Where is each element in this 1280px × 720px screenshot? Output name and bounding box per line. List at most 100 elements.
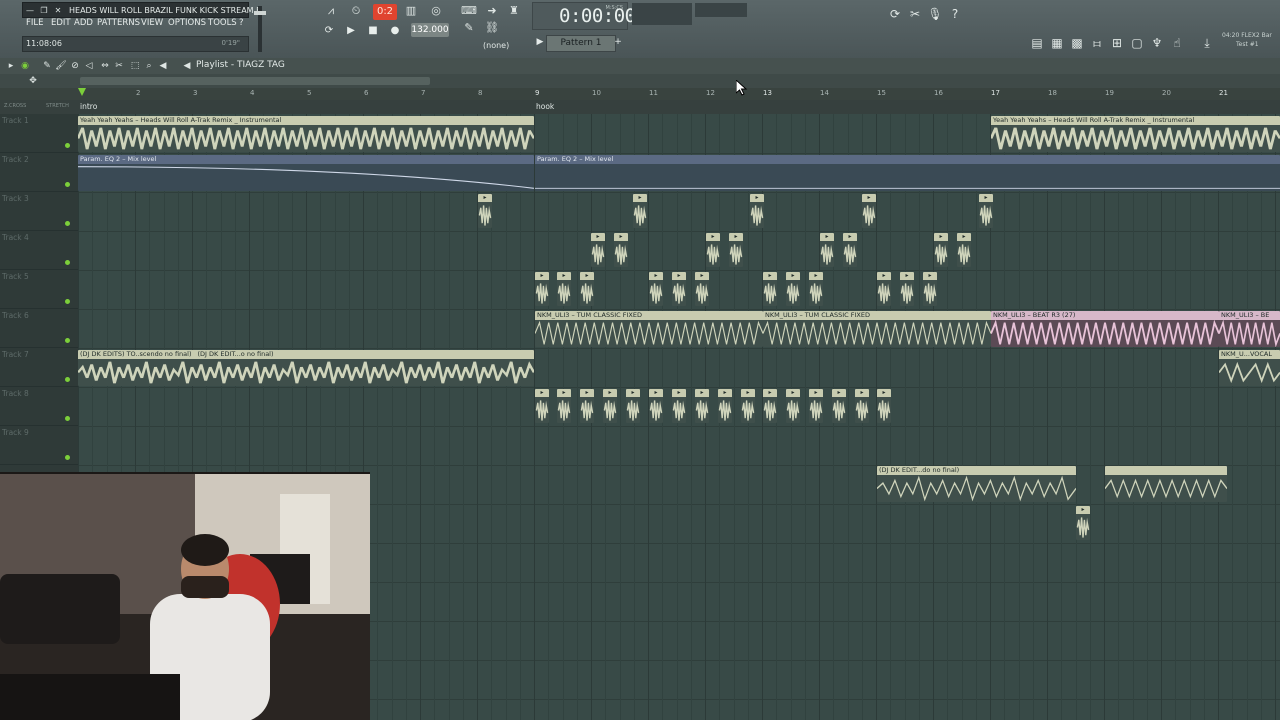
playback-tool-icon[interactable]: ◀: [156, 59, 170, 73]
pattern-add-icon[interactable]: +: [612, 35, 624, 50]
automation-clip[interactable]: Param. EQ 2 – Mix level: [78, 155, 534, 191]
slip-tool-icon[interactable]: ⇔: [98, 59, 112, 73]
browser-icon[interactable]: ▢: [1128, 34, 1146, 52]
recording-icon[interactable]: ♜: [505, 3, 523, 19]
track-header[interactable]: Track 7: [0, 348, 78, 387]
piano-roll-icon[interactable]: ▦: [1048, 34, 1066, 52]
zoom-tool-icon[interactable]: ⌕: [142, 59, 156, 73]
track-lane[interactable]: [78, 426, 1280, 466]
link-icon[interactable]: ⛓: [483, 20, 501, 36]
horizontal-scrollbar[interactable]: [80, 77, 430, 85]
plugin-picker-icon[interactable]: ⊞: [1108, 34, 1126, 52]
download-icon[interactable]: ⤓: [1198, 34, 1216, 52]
sample-clip[interactable]: ▸: [591, 233, 605, 267]
audio-clip[interactable]: NKM_ULI3 – BE: [1219, 311, 1280, 347]
channel-rack-icon[interactable]: ▩: [1068, 34, 1086, 52]
menu-help[interactable]: ?: [239, 18, 244, 28]
restore-icon[interactable]: ❐: [39, 6, 49, 16]
sample-clip[interactable]: ▸: [820, 233, 834, 267]
sample-clip[interactable]: ▸: [695, 389, 709, 423]
wait-icon[interactable]: ⏲: [347, 3, 365, 19]
track-header[interactable]: Track 9: [0, 426, 78, 465]
sample-clip[interactable]: ▸: [923, 272, 937, 306]
metronome-icon[interactable]: ⩘: [322, 3, 340, 19]
sample-clip[interactable]: ▸: [535, 272, 549, 306]
sample-clip[interactable]: ▸: [535, 389, 549, 423]
menu-view[interactable]: VIEW: [141, 18, 163, 28]
sample-clip[interactable]: ▸: [580, 272, 594, 306]
snap-move-icon[interactable]: ✥: [26, 74, 40, 88]
pattern-prev-icon[interactable]: ▶: [534, 35, 546, 50]
sample-clip[interactable]: ▸: [763, 272, 777, 306]
sample-clip[interactable]: ▸: [718, 389, 732, 423]
track-mute-led[interactable]: [65, 221, 70, 226]
sample-clip[interactable]: ▸: [649, 389, 663, 423]
audio-clip[interactable]: NKM_ULI3 – BEAT R3 (27): [991, 311, 1219, 347]
sample-clip[interactable]: ▸: [478, 194, 492, 228]
sample-clip[interactable]: ▸: [979, 194, 993, 228]
microphone-icon[interactable]: 🎙: [926, 5, 944, 23]
plugin-icon[interactable]: ♆: [1148, 34, 1166, 52]
sample-clip[interactable]: ▸: [877, 272, 891, 306]
sample-clip[interactable]: ▸: [786, 272, 800, 306]
sample-clip[interactable]: ▸: [934, 233, 948, 267]
loop-icon[interactable]: ⟳: [320, 22, 338, 40]
sample-clip[interactable]: ▸: [786, 389, 800, 423]
audio-clip[interactable]: Yeah Yeah Yeahs – Heads Will Roll A-Trak…: [991, 116, 1280, 152]
stop-icon[interactable]: ■: [364, 22, 382, 40]
typing-keyboard-icon[interactable]: ⌨: [460, 3, 478, 19]
master-volume-knob[interactable]: [254, 11, 266, 15]
sample-clip[interactable]: ▸: [557, 389, 571, 423]
mixer-icon[interactable]: ⧦: [1088, 34, 1106, 52]
sample-clip[interactable]: ▸: [900, 272, 914, 306]
slice-tool-icon[interactable]: ✂: [112, 59, 126, 73]
sample-clip[interactable]: ▸: [580, 389, 594, 423]
paint-tool-icon[interactable]: 🖌: [54, 59, 68, 73]
sample-clip[interactable]: ▸: [729, 233, 743, 267]
track-mute-led[interactable]: [65, 377, 70, 382]
sample-clip[interactable]: ▸: [862, 194, 876, 228]
playlist-menu-icon[interactable]: ▸: [4, 59, 18, 73]
sample-clip[interactable]: ▸: [763, 389, 777, 423]
sample-clip[interactable]: ▸: [855, 389, 869, 423]
sample-clip[interactable]: ▸: [750, 194, 764, 228]
delete-tool-icon[interactable]: ⊘: [68, 59, 82, 73]
track-mute-led[interactable]: [65, 416, 70, 421]
automation-clip[interactable]: Param. EQ 2 – Mix level: [535, 155, 1280, 191]
track-mute-led[interactable]: [65, 182, 70, 187]
menu-edit[interactable]: EDIT: [51, 18, 71, 28]
sample-clip[interactable]: ▸: [1076, 506, 1090, 540]
refresh-icon[interactable]: ⟳: [886, 5, 904, 23]
sample-clip[interactable]: ▸: [809, 272, 823, 306]
sample-clip[interactable]: ▸: [557, 272, 571, 306]
track-header[interactable]: Track 1: [0, 114, 78, 153]
tempo-display[interactable]: 132.000: [411, 23, 449, 37]
playlist-window-icon[interactable]: ▤: [1028, 34, 1046, 52]
sample-clip[interactable]: ▸: [957, 233, 971, 267]
track-mute-led[interactable]: [65, 260, 70, 265]
sample-clip[interactable]: ▸: [633, 194, 647, 228]
sample-clip[interactable]: ▸: [603, 389, 617, 423]
select-tool-icon[interactable]: ⬚: [128, 59, 142, 73]
track-header[interactable]: Track 4: [0, 231, 78, 270]
audio-clip[interactable]: NKM_ULI3 – TUM CLASSIC FIXED: [763, 311, 991, 347]
menu-add[interactable]: ADD: [74, 18, 93, 28]
sample-clip[interactable]: ▸: [672, 389, 686, 423]
audio-clip[interactable]: NKM_U...VOCAL: [1219, 350, 1280, 386]
audio-clip[interactable]: Yeah Yeah Yeahs – Heads Will Roll A-Trak…: [78, 116, 534, 152]
track-header[interactable]: Track 3: [0, 192, 78, 231]
draw-tool-icon[interactable]: ✎: [40, 59, 54, 73]
track-mute-led[interactable]: [65, 455, 70, 460]
mute-tool-icon[interactable]: ◁: [82, 59, 96, 73]
magnet-icon[interactable]: ◉: [18, 59, 32, 73]
news-panel[interactable]: 04:20 FLEX2 Bar Test #1: [1222, 30, 1280, 52]
track-mute-led[interactable]: [65, 299, 70, 304]
sample-clip[interactable]: ▸: [695, 272, 709, 306]
menu-file[interactable]: FILE: [26, 18, 44, 28]
marker-hook[interactable]: hook: [536, 102, 554, 111]
audio-clip[interactable]: [1105, 466, 1227, 502]
sample-clip[interactable]: ▸: [832, 389, 846, 423]
sample-clip[interactable]: ▸: [626, 389, 640, 423]
sample-clip[interactable]: ▸: [809, 389, 823, 423]
step-edit-icon[interactable]: ▥: [402, 3, 420, 19]
